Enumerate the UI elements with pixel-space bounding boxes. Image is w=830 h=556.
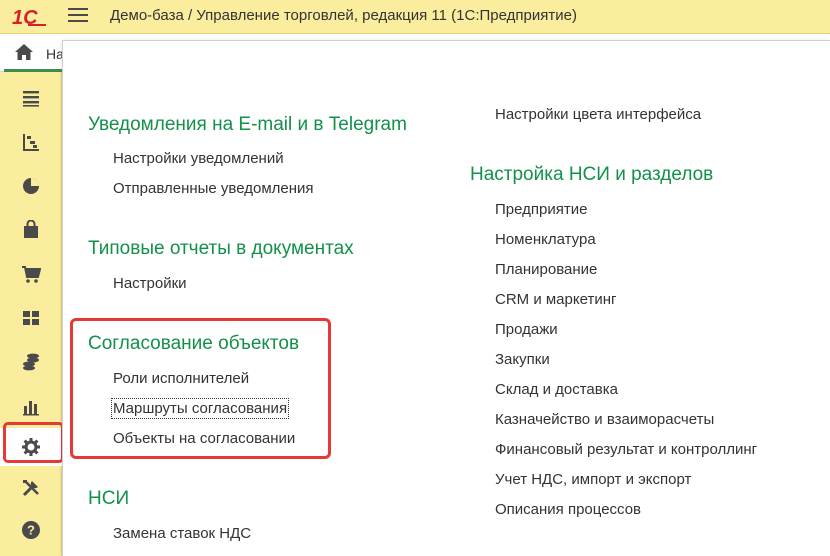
link-nomenclature[interactable]: Номенклатура bbox=[495, 231, 596, 248]
section-title-standard-reports: Типовые отчеты в документах bbox=[88, 238, 354, 259]
pie-chart-icon bbox=[23, 178, 39, 194]
link-notification-settings[interactable]: Настройки уведомлений bbox=[113, 150, 284, 167]
section-title-nsi-sections-setup: Настройка НСИ и разделов bbox=[470, 164, 714, 185]
link-planning[interactable]: Планирование bbox=[495, 261, 597, 278]
sidebar-item-purchases[interactable] bbox=[0, 252, 62, 296]
link-sent-notifications[interactable]: Отправленные уведомления bbox=[113, 180, 314, 197]
link-enterprise[interactable]: Предприятие bbox=[495, 201, 587, 218]
svg-text:?: ? bbox=[27, 523, 35, 538]
title-bar: 1С Демо-база / Управление торговлей, ред… bbox=[0, 0, 830, 34]
app-title: Демо-база / Управление торговлей, редакц… bbox=[110, 7, 577, 24]
main-menu-button[interactable] bbox=[68, 8, 88, 26]
sidebar-item-analytics[interactable] bbox=[0, 164, 62, 208]
section-title-nsi: НСИ bbox=[88, 488, 130, 509]
tab-bar: На bbox=[0, 34, 64, 72]
sidebar-item-sales[interactable] bbox=[0, 208, 62, 252]
link-purchases[interactable]: Закупки bbox=[495, 351, 550, 368]
settings-highlight-frame bbox=[3, 422, 64, 463]
link-financial-result[interactable]: Финансовый результат и контроллинг bbox=[495, 441, 757, 458]
section-title-object-approval: Согласование объектов bbox=[88, 333, 300, 354]
warehouse-icon bbox=[23, 311, 39, 325]
1c-logo-icon: 1С bbox=[12, 7, 46, 28]
tools-icon bbox=[22, 480, 39, 497]
link-process-descriptions[interactable]: Описания процессов bbox=[495, 501, 641, 518]
help-icon: ? bbox=[22, 521, 40, 539]
bar-chart-icon bbox=[23, 401, 39, 416]
sidebar-item-treasury[interactable] bbox=[0, 340, 62, 384]
shopping-bag-icon bbox=[24, 220, 38, 238]
home-icon bbox=[15, 44, 33, 60]
link-interface-color-settings[interactable]: Настройки цвета интерфейса bbox=[495, 106, 701, 123]
link-objects-on-approval[interactable]: Объекты на согласовании bbox=[113, 430, 295, 447]
link-treasury-settlements[interactable]: Казначейство и взаиморасчеты bbox=[495, 411, 714, 428]
shopping-cart-icon bbox=[22, 266, 41, 283]
sidebar-item-administration[interactable] bbox=[0, 466, 62, 510]
sidebar-item-help[interactable]: ? bbox=[0, 508, 62, 552]
sidebar-item-warehouse[interactable] bbox=[0, 296, 62, 340]
sections-sidebar: ? bbox=[0, 72, 64, 556]
link-executor-roles[interactable]: Роли исполнителей bbox=[113, 370, 249, 387]
section-title-notifications: Уведомления на E-mail и в Telegram bbox=[88, 114, 407, 135]
link-vat-import-export[interactable]: Учет НДС, импорт и экспорт bbox=[495, 471, 691, 488]
sidebar-item-main[interactable] bbox=[0, 76, 62, 120]
link-approval-routes[interactable]: Маршруты согласования bbox=[110, 398, 290, 419]
coins-icon bbox=[23, 353, 39, 371]
sidebar-item-crm[interactable] bbox=[0, 120, 62, 164]
link-warehouse-delivery[interactable]: Склад и доставка bbox=[495, 381, 618, 398]
tab-home[interactable]: На bbox=[4, 34, 64, 72]
link-vat-rate-replacement[interactable]: Замена ставок НДС bbox=[113, 525, 251, 542]
link-sales[interactable]: Продажи bbox=[495, 321, 558, 338]
menu-list-icon bbox=[23, 91, 39, 107]
link-crm-marketing[interactable]: CRM и маркетинг bbox=[495, 291, 616, 308]
link-report-settings[interactable]: Настройки bbox=[113, 275, 187, 292]
crm-funnel-icon bbox=[23, 134, 39, 151]
